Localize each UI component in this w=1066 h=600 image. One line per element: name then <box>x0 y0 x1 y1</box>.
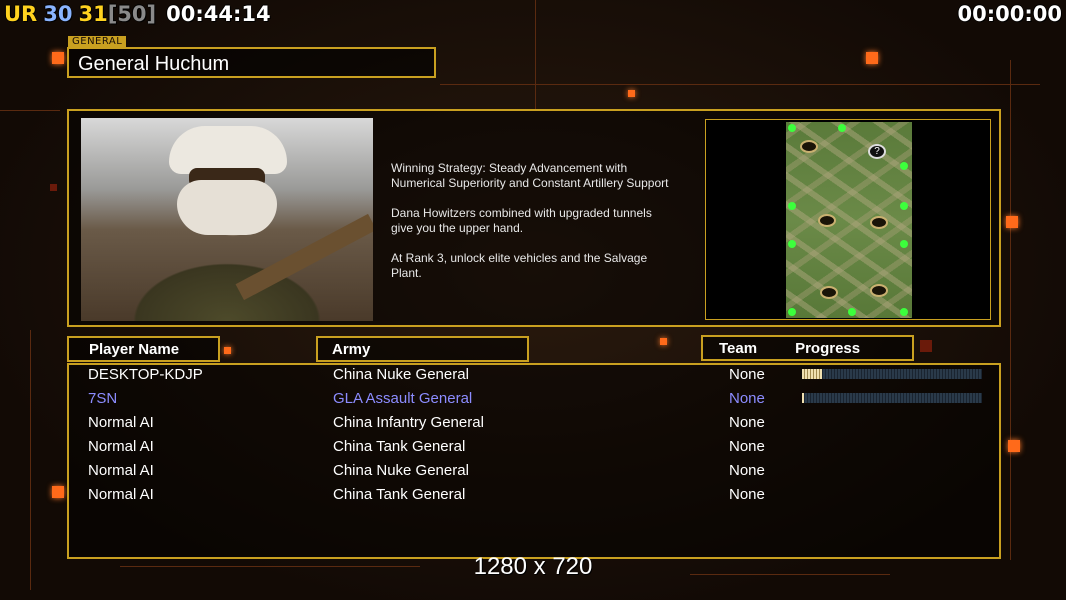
strategy-paragraph: At Rank 3, unlock elite vehicles and the… <box>391 251 648 280</box>
orange-node <box>628 90 635 97</box>
general-portrait <box>81 118 373 321</box>
header-progress: Progress <box>795 340 861 357</box>
hud-stats: UR 30 31 [50] 00:44:14 <box>4 2 271 26</box>
resolution-label: 1280 x 720 <box>473 553 593 580</box>
player-army: China Tank General <box>333 486 466 503</box>
strategy-text: Winning Strategy: Steady Advancement wit… <box>391 161 711 296</box>
hud-count-1: 30 <box>43 2 73 26</box>
minimap-frame: ? <box>705 119 991 320</box>
orange-node <box>224 347 231 354</box>
player-team: None <box>729 390 765 407</box>
player-army: GLA Assault General <box>333 390 473 407</box>
header-player-name: Player Name <box>67 336 220 362</box>
orange-node <box>52 486 64 498</box>
orange-node <box>1006 216 1018 228</box>
strategy-paragraph: Dana Howitzers combined with upgraded tu… <box>391 206 652 235</box>
player-army: China Nuke General <box>333 462 469 479</box>
player-team: None <box>729 414 765 431</box>
hud-count-bracket: [50] <box>107 2 157 26</box>
player-name: Normal AI <box>88 414 154 431</box>
player-name: Normal AI <box>88 486 154 503</box>
player-army: China Nuke General <box>333 366 469 383</box>
hud-ur: UR <box>4 2 38 26</box>
progress-bar <box>802 393 982 403</box>
circuit-line <box>30 330 31 590</box>
strategy-paragraph: Winning Strategy: Steady Advancement wit… <box>391 161 669 190</box>
dim-node <box>920 340 932 352</box>
hud-timer: 00:00:00 <box>957 2 1062 26</box>
player-army: China Infantry General <box>333 414 484 431</box>
player-row: Normal AI China Nuke General None <box>69 462 999 486</box>
player-row: DESKTOP-KDJP China Nuke General None <box>69 366 999 390</box>
player-name: Normal AI <box>88 438 154 455</box>
minimap[interactable]: ? <box>786 122 912 318</box>
players-panel: DESKTOP-KDJP China Nuke General None 7SN… <box>67 363 1001 559</box>
header-army: Army <box>316 336 529 362</box>
player-team: None <box>729 366 765 383</box>
orange-node <box>866 52 878 64</box>
header-team-progress: Team Progress <box>701 335 914 361</box>
player-row: Normal AI China Infantry General None <box>69 414 999 438</box>
player-team: None <box>729 438 765 455</box>
circuit-line <box>0 110 60 111</box>
player-name: DESKTOP-KDJP <box>88 366 203 383</box>
player-row: Normal AI China Tank General None <box>69 438 999 462</box>
general-info-panel: Winning Strategy: Steady Advancement wit… <box>67 109 1001 327</box>
player-army: China Tank General <box>333 438 466 455</box>
player-name: Normal AI <box>88 462 154 479</box>
orange-node <box>660 338 667 345</box>
orange-node <box>1008 440 1020 452</box>
hud-count-2: 31 <box>78 2 108 26</box>
progress-bar <box>802 369 982 379</box>
general-label: GENERAL <box>68 36 127 47</box>
hud-game-clock: 00:44:14 <box>166 2 271 26</box>
player-name: 7SN <box>88 390 118 407</box>
circuit-line <box>1010 60 1011 560</box>
orange-node <box>52 52 64 64</box>
player-team: None <box>729 486 765 503</box>
header-team: Team <box>719 340 758 357</box>
player-row: 7SN GLA Assault General None <box>69 390 999 414</box>
circuit-line <box>440 84 1040 85</box>
general-name: General Huchum <box>67 47 436 78</box>
dim-node <box>50 184 57 191</box>
player-team: None <box>729 462 765 479</box>
player-row: Normal AI China Tank General None <box>69 486 999 510</box>
unknown-marker-icon: ? <box>868 144 886 159</box>
circuit-line <box>535 0 536 110</box>
